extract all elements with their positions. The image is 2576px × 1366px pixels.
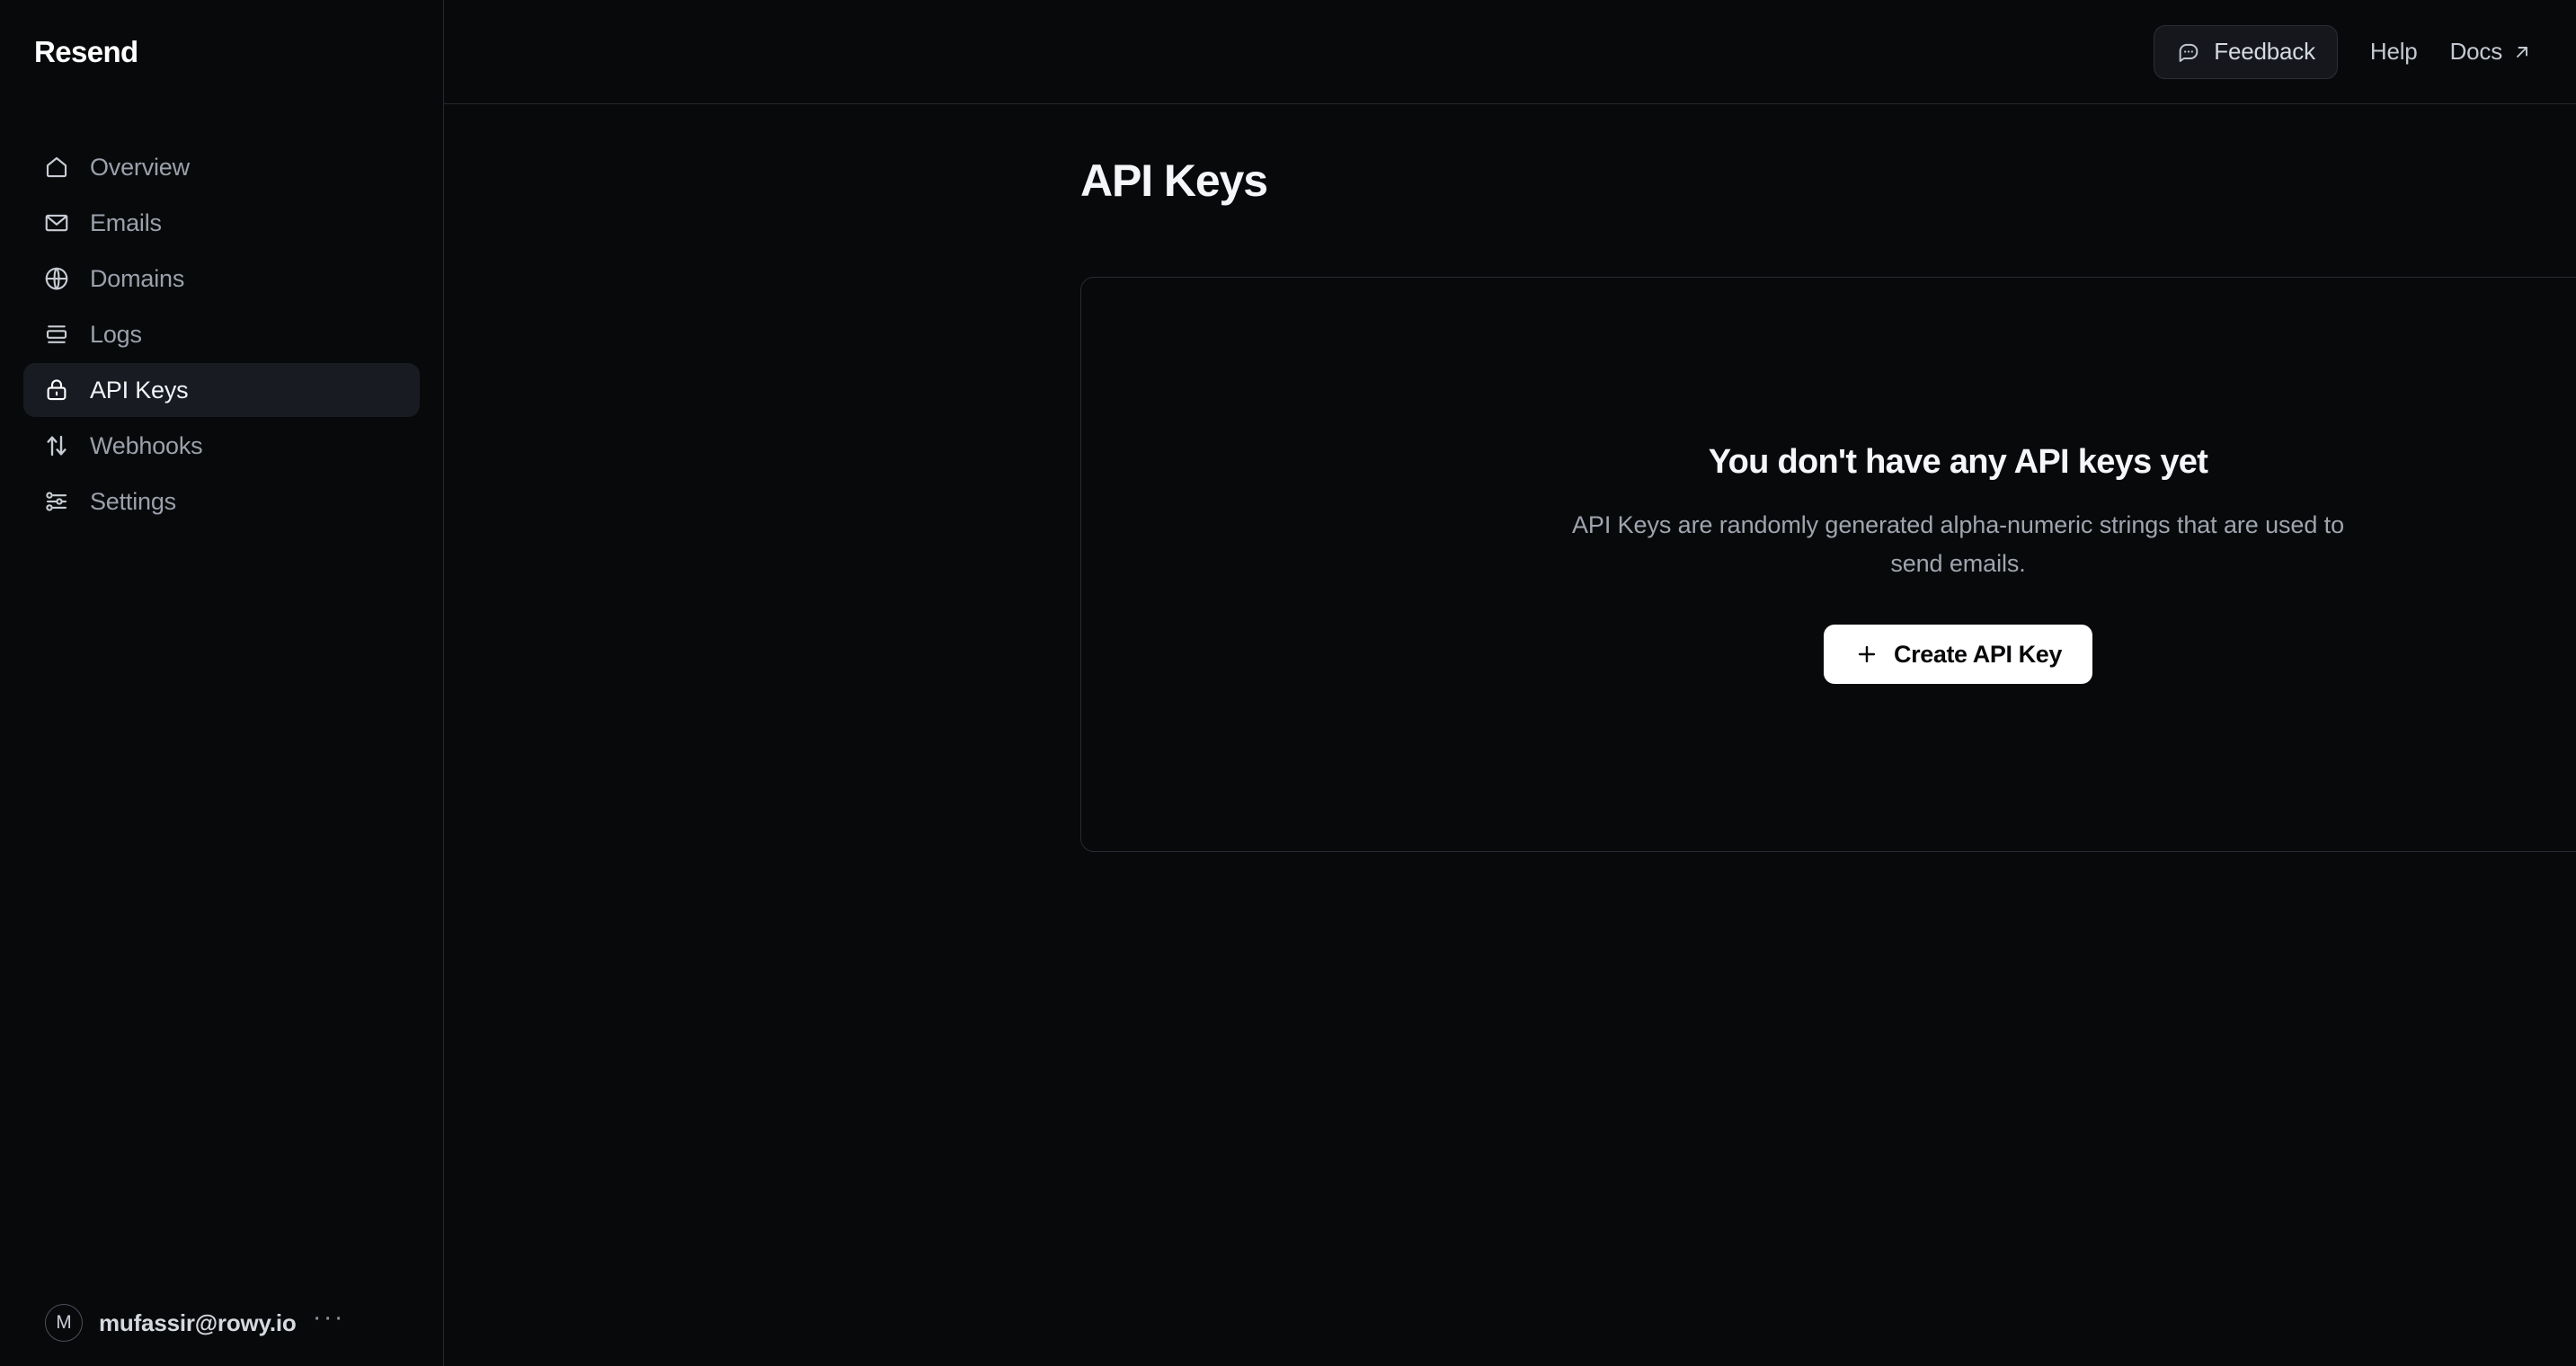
sidebar-item-api-keys[interactable]: API Keys	[23, 363, 420, 417]
page-title: API Keys	[1080, 155, 1268, 206]
arrows-up-down-icon	[43, 432, 70, 459]
top-bar: Feedback Help Docs	[444, 0, 2576, 104]
avatar-initial: M	[56, 1312, 72, 1333]
avatar: M	[45, 1304, 83, 1342]
user-email: mufassir@rowy.io	[99, 1308, 297, 1336]
help-link[interactable]: Help	[2370, 38, 2418, 66]
feedback-button[interactable]: Feedback	[2154, 24, 2338, 79]
brand-logo[interactable]: Resend	[0, 0, 443, 104]
sidebar: Resend Overview Emails Domains Logs API …	[0, 0, 444, 1366]
main-area: Feedback Help Docs API Keys You don't ha…	[444, 0, 2576, 1366]
sidebar-item-domains[interactable]: Domains	[23, 252, 420, 306]
user-more-options-button[interactable]: ···	[313, 1304, 345, 1333]
empty-state-title: You don't have any API keys yet	[1708, 442, 2208, 481]
feedback-button-label: Feedback	[2214, 38, 2315, 65]
sidebar-item-webhooks[interactable]: Webhooks	[23, 419, 420, 473]
help-link-label: Help	[2369, 38, 2418, 65]
sidebar-item-emails[interactable]: Emails	[23, 196, 420, 250]
docs-link[interactable]: Docs	[2450, 38, 2533, 66]
sidebar-item-label: Domains	[90, 264, 185, 292]
logs-icon	[43, 321, 70, 348]
sidebar-nav: Overview Emails Domains Logs API Keys We…	[0, 140, 443, 528]
empty-state-description: API Keys are randomly generated alpha-nu…	[1572, 510, 2344, 577]
sidebar-item-label: Overview	[90, 153, 190, 181]
globe-icon	[43, 265, 70, 292]
sidebar-item-label: Settings	[90, 487, 176, 515]
user-account-row[interactable]: M mufassir@rowy.io ···	[0, 1280, 444, 1366]
sidebar-item-overview[interactable]: Overview	[23, 140, 420, 194]
docs-link-label: Docs	[2449, 38, 2503, 65]
lock-icon	[43, 377, 70, 404]
home-icon	[43, 154, 70, 181]
app-root: Resend Overview Emails Domains Logs API …	[0, 0, 2576, 1366]
content-area: API Keys You don't have any API keys yet…	[444, 104, 2576, 1366]
sidebar-item-label: API Keys	[90, 376, 189, 404]
create-api-key-button-label: Create API Key	[1894, 640, 2062, 668]
brand-name: Resend	[34, 35, 138, 68]
envelope-icon	[43, 209, 70, 236]
sidebar-item-label: Webhooks	[90, 431, 203, 459]
sidebar-item-label: Logs	[90, 320, 142, 348]
create-api-key-button[interactable]: Create API Key	[1824, 625, 2092, 685]
api-keys-empty-state-card: You don't have any API keys yet API Keys…	[1080, 277, 2576, 852]
arrow-up-right-icon	[2511, 41, 2533, 63]
sidebar-item-logs[interactable]: Logs	[23, 307, 420, 361]
chat-bubble-dots-icon	[2176, 40, 2201, 65]
sidebar-item-label: Emails	[90, 208, 162, 236]
plus-icon	[1854, 642, 1879, 667]
sidebar-item-settings[interactable]: Settings	[23, 475, 420, 528]
sliders-icon	[43, 488, 70, 515]
